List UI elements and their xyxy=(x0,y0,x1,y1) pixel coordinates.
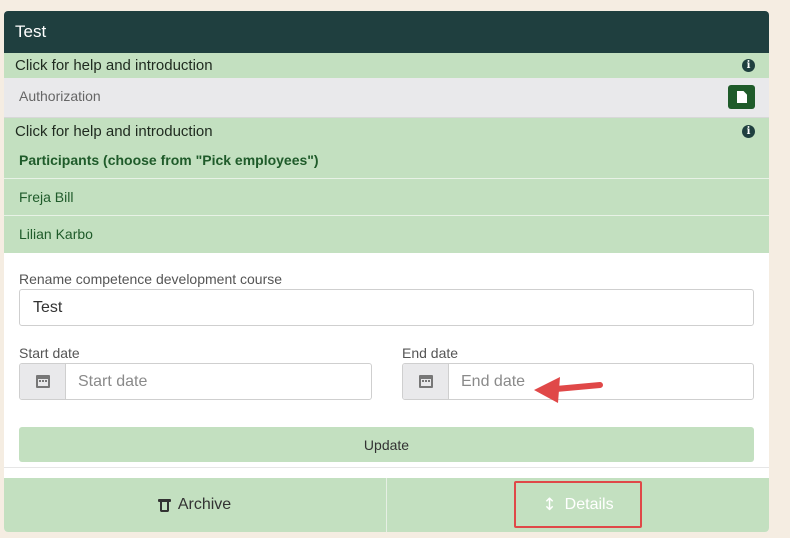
help-text: Click for help and introduction xyxy=(15,57,213,74)
card-footer: Archive ↕ Details xyxy=(4,478,769,532)
rename-input[interactable] xyxy=(19,289,754,326)
authorization-row: Authorization xyxy=(4,78,769,118)
end-date-input[interactable] xyxy=(449,364,753,399)
details-button[interactable]: ↕ Details xyxy=(387,478,769,532)
rename-label: Rename competence development course xyxy=(19,271,283,287)
trash-icon xyxy=(157,498,171,512)
participants-title: Participants (choose from "Pick employee… xyxy=(4,145,769,179)
archive-label: Archive xyxy=(177,496,232,513)
info-icon[interactable]: i xyxy=(742,59,755,72)
participants-section: Click for help and introduction i Partic… xyxy=(4,118,769,253)
start-date-group xyxy=(19,363,372,400)
participants-help-bar[interactable]: Click for help and introduction i xyxy=(4,118,769,145)
course-card: Test Click for help and introduction i A… xyxy=(4,11,769,532)
document-button[interactable] xyxy=(728,85,755,109)
participant-item[interactable]: Freja Bill xyxy=(4,179,769,216)
end-date-label: End date xyxy=(402,345,459,361)
vertical-arrows-icon: ↕ xyxy=(542,495,557,515)
authorization-label: Authorization xyxy=(19,88,101,104)
info-icon[interactable]: i xyxy=(742,125,755,138)
divider xyxy=(4,467,769,468)
participant-item[interactable]: Lilian Karbo xyxy=(4,216,769,253)
calendar-icon xyxy=(419,375,433,388)
end-date-group xyxy=(402,363,754,400)
archive-button[interactable]: Archive xyxy=(4,478,387,532)
participants-help-text: Click for help and introduction xyxy=(15,123,213,140)
details-label: Details xyxy=(564,496,614,513)
calendar-icon xyxy=(36,375,50,388)
start-date-input[interactable] xyxy=(66,364,371,399)
end-date-calendar-button[interactable] xyxy=(403,364,449,399)
help-bar[interactable]: Click for help and introduction i xyxy=(4,53,769,78)
update-button[interactable]: Update xyxy=(19,427,754,462)
start-date-label: Start date xyxy=(19,345,80,361)
card-title: Test xyxy=(4,11,769,53)
document-icon xyxy=(737,91,747,103)
start-date-calendar-button[interactable] xyxy=(20,364,66,399)
